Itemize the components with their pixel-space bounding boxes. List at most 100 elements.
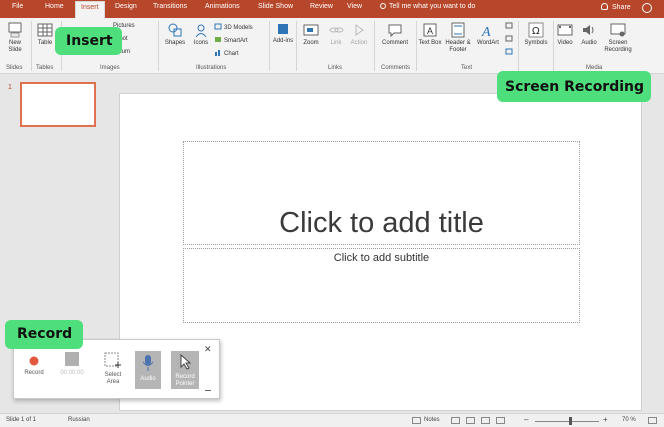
speaker-icon — [583, 25, 594, 35]
comment-button[interactable]: Comment — [377, 22, 413, 47]
zoom-level[interactable]: 70 % — [622, 417, 636, 423]
tab-review[interactable]: Review — [310, 3, 333, 10]
record-dot-icon — [29, 356, 39, 366]
audio-toggle-button[interactable]: Audio — [135, 351, 161, 389]
shapes-label: Shapes — [164, 40, 186, 46]
link-button[interactable]: Link — [325, 22, 347, 47]
tab-animations[interactable]: Animations — [205, 3, 240, 10]
divider — [158, 21, 159, 71]
notes-icon — [412, 417, 421, 424]
callout-screen-recording: Screen Recording — [497, 71, 651, 102]
action-label: Action — [350, 40, 368, 46]
link-icon — [329, 27, 344, 33]
header-footer-button[interactable]: Header & Footer — [443, 22, 473, 54]
group-label-slides: Slides — [6, 65, 23, 71]
audio-toggle-label: Audio — [140, 376, 156, 382]
fit-slide-icon[interactable] — [648, 417, 657, 424]
text-box-label: Text Box — [418, 40, 442, 46]
audio-button[interactable]: Audio — [578, 22, 600, 47]
zoom-icon — [303, 24, 319, 36]
tell-me-search[interactable]: Tell me what you want to do — [380, 3, 475, 10]
add-ins-button[interactable]: Add-ins — [272, 22, 294, 45]
share-button[interactable]: Share — [601, 3, 631, 11]
record-button[interactable]: Record — [19, 352, 49, 377]
zoom-slider-thumb[interactable] — [569, 417, 572, 425]
zoom-out-icon[interactable]: – — [524, 415, 528, 424]
comment-label: Comment — [381, 40, 408, 46]
normal-view-icon[interactable] — [451, 417, 460, 424]
3d-models-label: 3D Models — [224, 25, 253, 31]
pin-icon[interactable] — [205, 390, 211, 394]
table-label: Table — [37, 40, 53, 46]
language-label[interactable]: Russian — [68, 417, 90, 423]
title-placeholder[interactable]: Click to add title — [183, 141, 580, 245]
object-button[interactable] — [505, 48, 515, 56]
tab-insert[interactable]: Insert — [75, 1, 105, 18]
comment-icon — [388, 24, 402, 38]
new-slide-button[interactable]: New Slide — [3, 22, 27, 54]
table-button[interactable]: Table — [34, 22, 56, 47]
action-icon — [355, 24, 364, 36]
svg-text:A: A — [481, 25, 491, 38]
chart-button[interactable]: Chart — [214, 49, 239, 57]
slideshow-view-icon[interactable] — [496, 417, 505, 424]
text-box-button[interactable]: A Text Box — [418, 22, 442, 47]
pointer-arrow-icon — [180, 354, 191, 370]
group-label-comments: Comments — [381, 65, 411, 71]
group-label-links: Links — [328, 65, 343, 71]
timer-label: 00:00:00 — [60, 370, 84, 376]
smartart-button[interactable]: SmartArt — [214, 36, 248, 44]
video-label: Video — [557, 40, 573, 46]
record-pointer-label: Record Pointer — [175, 374, 195, 387]
film-icon — [557, 24, 573, 36]
add-ins-icon — [278, 24, 288, 34]
shapes-button[interactable]: Shapes — [162, 22, 188, 47]
tab-transitions[interactable]: Transitions — [153, 3, 187, 10]
slide-sorter-icon[interactable] — [466, 417, 475, 424]
smartart-icon — [215, 37, 221, 42]
wordart-icon: A — [481, 25, 491, 38]
chart-icon — [215, 50, 220, 56]
group-label-illustrations: Illustrations — [196, 65, 227, 71]
icons-button[interactable]: Icons — [190, 22, 212, 47]
zoom-in-icon[interactable]: + — [603, 415, 608, 424]
action-button[interactable]: Action — [347, 22, 371, 47]
feedback-smiley-icon[interactable] — [642, 3, 652, 13]
notes-button[interactable]: Notes — [424, 417, 440, 423]
tab-file[interactable]: File — [12, 3, 23, 10]
wordart-button[interactable]: A WordArt — [474, 22, 502, 47]
tab-slide-show[interactable]: Slide Show — [258, 3, 293, 10]
subtitle-placeholder[interactable]: Click to add subtitle — [183, 248, 580, 323]
screen-recording-button[interactable]: Screen Recording — [601, 22, 635, 54]
tab-home[interactable]: Home — [45, 3, 64, 10]
3d-models-button[interactable]: 3D Models — [214, 23, 253, 31]
symbols-button[interactable]: Ω Symbols — [521, 22, 551, 47]
recording-timer: 00:00:00 — [57, 352, 87, 377]
tab-view[interactable]: View — [347, 3, 362, 10]
header-footer-icon — [451, 22, 465, 38]
stop-square-icon — [65, 352, 79, 366]
select-area-button[interactable]: Select Area — [98, 352, 128, 386]
icons-icon — [195, 24, 207, 38]
tab-design[interactable]: Design — [115, 3, 137, 10]
slide-number-button[interactable] — [505, 35, 515, 43]
date-time-button[interactable] — [505, 22, 515, 30]
record-pointer-button[interactable]: Record Pointer — [171, 351, 199, 389]
callout-record: Record — [5, 320, 83, 349]
microphone-icon — [142, 355, 154, 371]
reading-view-icon[interactable] — [481, 417, 490, 424]
video-button[interactable]: Video — [554, 22, 576, 47]
divider — [518, 21, 519, 71]
shapes-icon — [168, 23, 182, 37]
svg-text:A: A — [427, 26, 433, 36]
slide-thumbnail[interactable] — [20, 82, 96, 127]
zoom-slider[interactable] — [535, 421, 599, 422]
table-icon — [37, 23, 53, 37]
close-icon[interactable]: ✕ — [204, 344, 212, 355]
zoom-button[interactable]: Zoom — [299, 22, 323, 47]
wordart-label: WordArt — [477, 40, 499, 46]
zoom-label: Zoom — [303, 40, 319, 46]
3d-cube-icon — [214, 23, 222, 30]
screen-recording-label: Screen Recording — [604, 40, 632, 53]
icons-label: Icons — [193, 40, 209, 46]
